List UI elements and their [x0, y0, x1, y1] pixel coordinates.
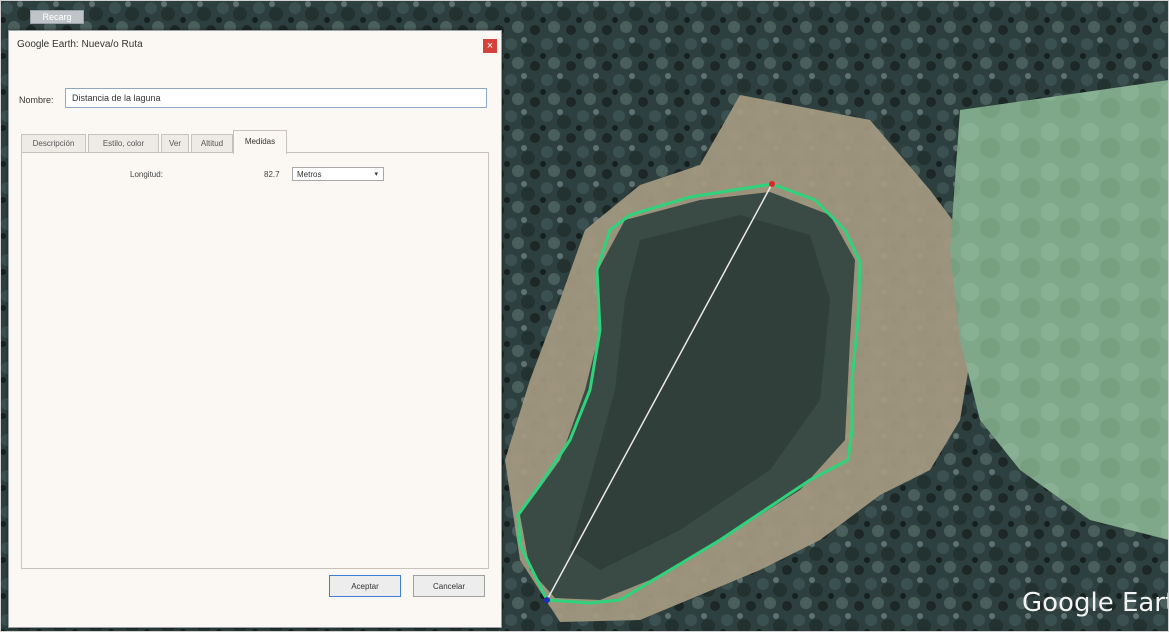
- line-start-point: [544, 597, 550, 603]
- chevron-down-icon: ▾: [374, 171, 378, 178]
- tab-measurements[interactable]: Medidas: [233, 130, 287, 154]
- name-label: Nombre:: [19, 95, 54, 105]
- accept-button[interactable]: Aceptar: [329, 575, 401, 597]
- line-end-point: [769, 181, 775, 187]
- tab-view[interactable]: Ver: [161, 134, 189, 153]
- length-label: Longitud:: [130, 170, 163, 179]
- new-path-dialog: Google Earth: Nueva/o Ruta × Nombre: Des…: [8, 30, 502, 628]
- close-button[interactable]: ×: [483, 39, 497, 53]
- name-input[interactable]: [65, 88, 487, 108]
- unit-select[interactable]: Metros ▾: [292, 167, 384, 181]
- measurements-panel: Longitud: 82.7 Metros ▾: [21, 152, 489, 569]
- dialog-titlebar: Google Earth: Nueva/o Ruta ×: [9, 31, 501, 61]
- unit-select-value: Metros: [297, 170, 322, 179]
- tab-altitude[interactable]: Altitud: [191, 134, 233, 153]
- length-value: 82.7: [264, 170, 280, 179]
- tab-description[interactable]: Descripción: [21, 134, 86, 153]
- reload-button[interactable]: Recarg: [30, 10, 84, 24]
- tab-style-color[interactable]: Estilo, color: [88, 134, 159, 153]
- cancel-button[interactable]: Cancelar: [413, 575, 485, 597]
- close-icon: ×: [486, 40, 494, 52]
- google-earth-watermark: Google Earth: [1022, 588, 1169, 618]
- dialog-title: Google Earth: Nueva/o Ruta: [17, 39, 143, 50]
